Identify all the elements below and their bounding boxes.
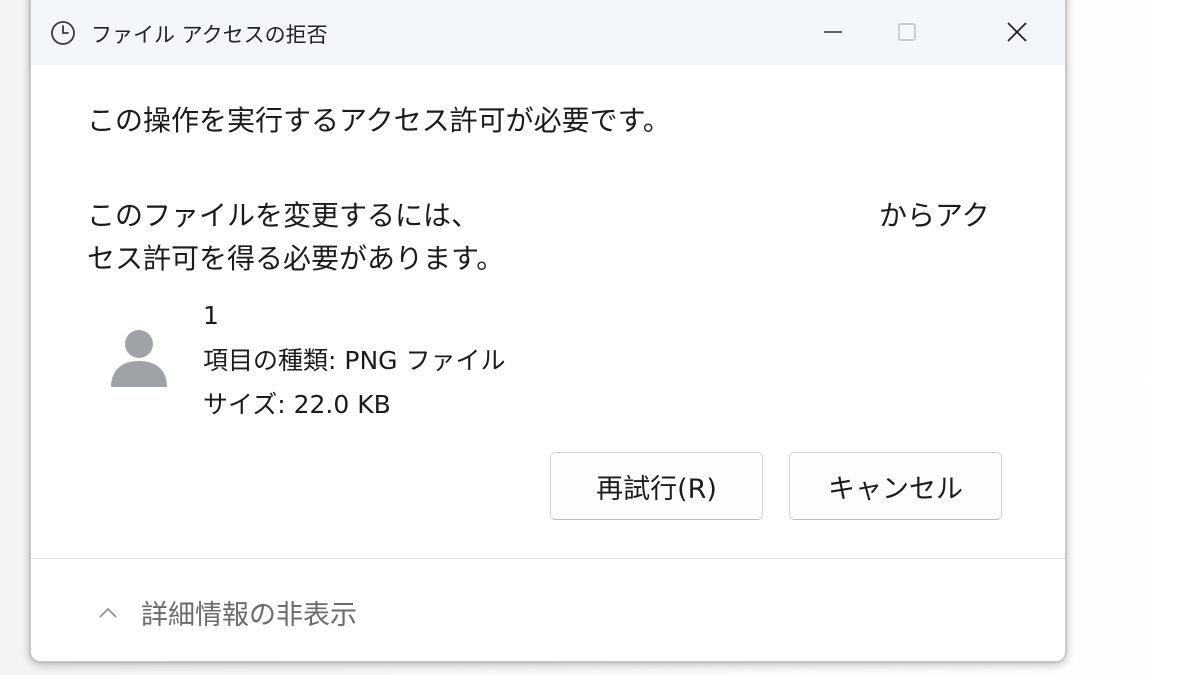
maximize-icon bbox=[898, 23, 916, 41]
clock-icon bbox=[51, 21, 75, 45]
window-title: ファイル アクセスの拒否 bbox=[91, 23, 328, 47]
minimize-icon bbox=[824, 31, 842, 33]
hide-details-toggle[interactable]: 詳細情報の非表示 bbox=[97, 593, 357, 632]
close-icon bbox=[1007, 22, 1027, 42]
chevron-up-icon bbox=[99, 607, 117, 618]
detail-text-line1-start: このファイルを変更するには、 bbox=[87, 199, 480, 232]
file-type: 項目の種類: PNG ファイル bbox=[203, 346, 506, 375]
file-name: 1 bbox=[203, 301, 219, 330]
access-denied-dialog: ファイル アクセスの拒否 この操作を実行するアクセス許可が必要です。 このファイ… bbox=[30, 0, 1066, 662]
main-instruction: この操作を実行するアクセス許可が必要です。 bbox=[87, 104, 671, 137]
title-bar[interactable]: ファイル アクセスの拒否 bbox=[31, 0, 1065, 65]
file-size: サイズ: 22.0 KB bbox=[203, 390, 391, 419]
minimize-button[interactable] bbox=[803, 3, 863, 61]
close-button[interactable] bbox=[987, 3, 1047, 61]
footer-divider bbox=[31, 558, 1065, 559]
detail-text-line1-end: からアク bbox=[879, 199, 990, 232]
retry-button[interactable]: 再試行(R) bbox=[550, 452, 763, 520]
maximize-button[interactable] bbox=[877, 3, 937, 61]
user-icon bbox=[111, 330, 167, 387]
detail-text-line2: セス許可を得る必要があります。 bbox=[87, 242, 505, 275]
hide-details-label: 詳細情報の非表示 bbox=[141, 600, 357, 631]
cancel-button[interactable]: キャンセル bbox=[789, 452, 1002, 520]
